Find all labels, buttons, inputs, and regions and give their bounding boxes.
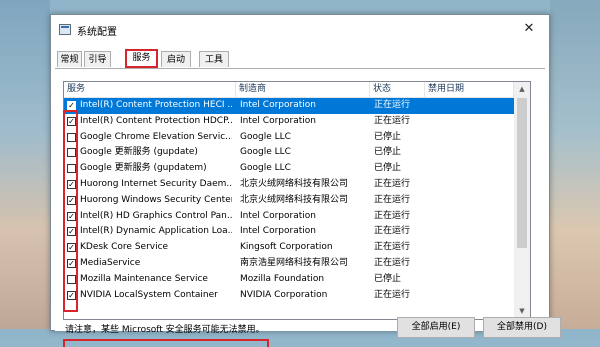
table-row[interactable]: Google 更新服务 (gupdatem) Google LLC 已停止 (64, 161, 514, 177)
system-config-icon (59, 24, 71, 35)
service-manufacturer: Google LLC (240, 163, 291, 174)
service-manufacturer: 北京火绒网络科技有限公司 (240, 194, 349, 205)
service-status: 正在运行 (374, 242, 411, 253)
service-name: Mozilla Maintenance Service (80, 273, 208, 284)
service-name: Google 更新服务 (gupdate) (80, 147, 198, 158)
service-manufacturer: NVIDIA Corporation (240, 289, 328, 300)
table-row[interactable]: ✓ Intel(R) Dynamic Application Loa... Inte… (64, 224, 514, 240)
service-manufacturer: 南京浩星网络科技有限公司 (240, 258, 349, 268)
list-header: 服务 制造商 状态 禁用日期 (64, 82, 514, 98)
checkbox-highlight-box (63, 110, 78, 312)
service-manufacturer: Google LLC (240, 131, 291, 142)
service-name: Huorong Internet Security Daem... (80, 179, 232, 189)
service-name: Google Chrome Elevation Servic... (80, 131, 232, 142)
service-status: 正在运行 (374, 179, 411, 189)
column-header-service[interactable]: 服务 (64, 82, 236, 97)
window-title: 系统配置 (77, 27, 117, 38)
service-checkbox[interactable]: ✓ (67, 101, 76, 110)
table-row[interactable]: ✓ Huorong Windows Security Center 北京火绒网络科技… (64, 193, 514, 209)
service-status: 正在运行 (374, 258, 411, 268)
table-row[interactable]: ✓ KDesk Core Service Kingsoft Corporation 正… (64, 240, 514, 256)
tab-startup[interactable]: 启动 (161, 51, 191, 67)
table-row[interactable]: ✓ Intel(R) HD Graphics Control Pan... Inte… (64, 209, 514, 225)
service-status: 正在运行 (374, 194, 411, 205)
tab-tools[interactable]: 工具 (199, 51, 229, 67)
service-status: 正在运行 (374, 115, 411, 126)
table-row[interactable]: ✓ Huorong Internet Security Daem... 北京火绒网络… (64, 177, 514, 193)
tab-general[interactable]: 常规 (57, 51, 82, 67)
tab-services[interactable]: 服务 (125, 49, 158, 68)
services-panel: 服务 制造商 状态 禁用日期 ✓ Intel(R) Content Protect… (55, 68, 545, 331)
enable-all-button[interactable]: 全部启用(E) (397, 317, 475, 338)
close-button[interactable]: ✕ (517, 19, 541, 39)
table-row[interactable]: Google Chrome Elevation Servic... Google … (64, 130, 514, 146)
service-status: 正在运行 (374, 226, 411, 237)
service-status: 已停止 (374, 273, 402, 284)
scroll-thumb[interactable] (517, 98, 527, 248)
table-row[interactable]: ✓ Intel(R) Content Protection HDCP... Inte… (64, 114, 514, 130)
service-manufacturer: 北京火绒网络科技有限公司 (240, 179, 349, 189)
table-row[interactable]: Mozilla Maintenance Service Mozilla Found… (64, 272, 514, 288)
service-name: Intel(R) Content Protection HECI ... (80, 100, 232, 110)
service-name: KDesk Core Service (80, 242, 169, 253)
vertical-scrollbar[interactable]: ▲ ▼ (514, 82, 530, 319)
service-manufacturer: Intel Corporation (240, 100, 316, 110)
service-status: 已停止 (374, 147, 402, 158)
system-config-window: 系统配置 ✕ 常规 引导 服务 启动 工具 服务 制造商 状态 禁用日期 ✓ In… (50, 14, 561, 347)
service-status: 已停止 (374, 131, 402, 142)
service-manufacturer: Intel Corporation (240, 226, 316, 237)
service-name: Intel(R) Dynamic Application Loa... (80, 226, 232, 237)
desktop-background-right (550, 0, 600, 329)
service-manufacturer: Intel Corporation (240, 115, 316, 126)
tab-boot[interactable]: 引导 (84, 51, 111, 67)
service-name: Intel(R) HD Graphics Control Pan... (80, 210, 232, 221)
desktop-background-left (0, 0, 50, 329)
service-name: NVIDIA LocalSystem Container (80, 289, 218, 300)
table-row[interactable]: ✓ MediaService 南京浩星网络科技有限公司 正在运行 (64, 256, 514, 272)
service-name: Intel(R) Content Protection HDCP... (80, 115, 232, 126)
service-manufacturer: Mozilla Foundation (240, 273, 325, 284)
table-row[interactable]: ✓ Intel(R) Content Protection HECI ... Int… (64, 98, 514, 114)
disable-all-button[interactable]: 全部禁用(D) (483, 317, 561, 338)
column-header-disabled-date[interactable]: 禁用日期 (425, 82, 514, 97)
service-manufacturer: Kingsoft Corporation (240, 242, 333, 253)
column-header-manufacturer[interactable]: 制造商 (236, 82, 370, 97)
service-status: 正在运行 (374, 100, 411, 110)
service-status: 正在运行 (374, 210, 411, 221)
table-row[interactable]: ✓ NVIDIA LocalSystem Container NVIDIA Corp… (64, 288, 514, 304)
service-status: 已停止 (374, 163, 402, 174)
column-header-status[interactable]: 状态 (370, 82, 425, 97)
scroll-up-icon[interactable]: ▲ (514, 82, 530, 97)
table-row[interactable]: Google 更新服务 (gupdate) Google LLC 已停止 (64, 145, 514, 161)
service-name: Google 更新服务 (gupdatem) (80, 163, 207, 174)
hide-microsoft-highlight-box (63, 339, 269, 347)
service-status: 正在运行 (374, 289, 411, 300)
service-manufacturer: Google LLC (240, 147, 291, 158)
service-name: MediaService (80, 258, 141, 268)
title-bar[interactable]: 系统配置 ✕ (51, 15, 549, 43)
services-list: 服务 制造商 状态 禁用日期 ✓ Intel(R) Content Protect… (63, 81, 531, 320)
service-manufacturer: Intel Corporation (240, 210, 316, 221)
service-name: Huorong Windows Security Center (80, 194, 232, 205)
